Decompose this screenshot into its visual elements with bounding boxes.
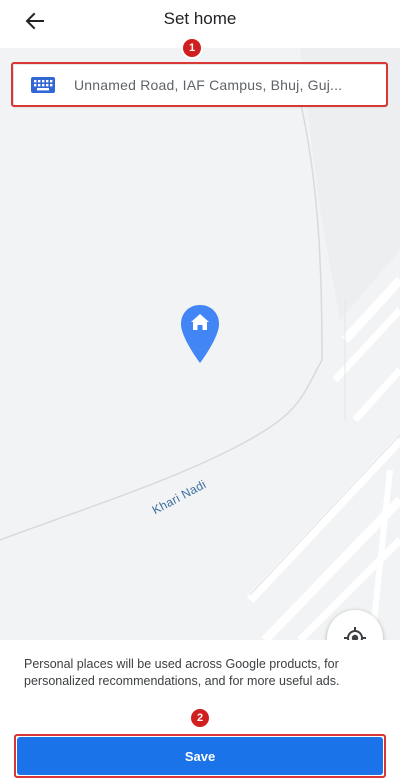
- address-search-field[interactable]: Unnamed Road, IAF Campus, Bhuj, Guj...: [14, 65, 386, 105]
- app-bar: Set home: [0, 0, 400, 48]
- save-button[interactable]: Save: [17, 737, 383, 775]
- step-2-badge: 2: [191, 709, 209, 727]
- keyboard-icon: [31, 77, 55, 93]
- address-value: Unnamed Road, IAF Campus, Bhuj, Guj...: [74, 77, 343, 93]
- privacy-disclaimer: Personal places will be used across Goog…: [24, 657, 340, 688]
- step-1-badge: 1: [183, 39, 201, 57]
- my-location-icon: [344, 627, 366, 640]
- home-pin-icon[interactable]: [179, 303, 221, 365]
- page-title: Set home: [163, 9, 237, 28]
